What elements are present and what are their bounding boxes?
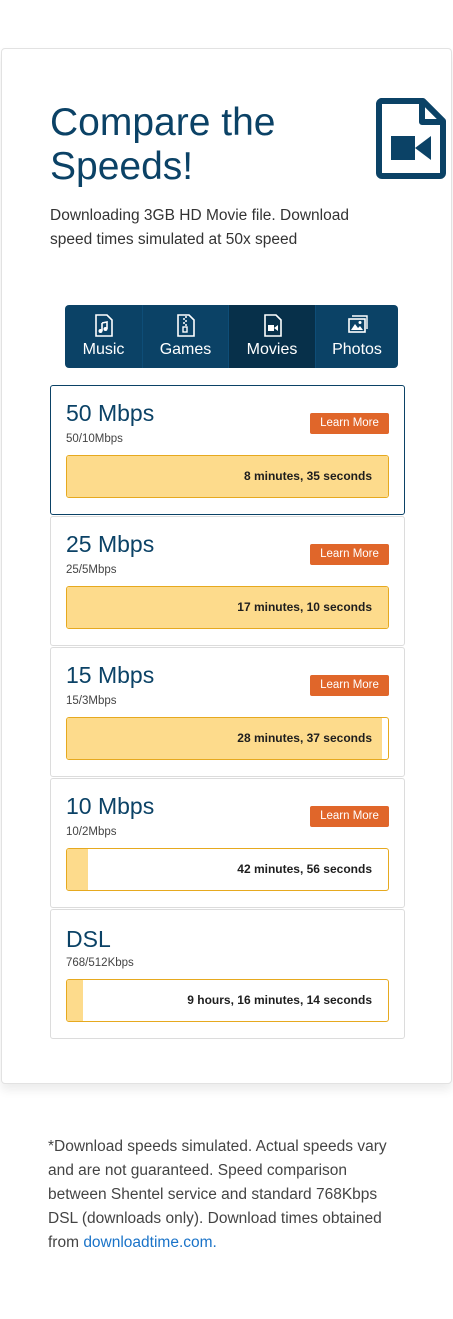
- page-subtitle: Downloading 3GB HD Movie file. Download …: [50, 207, 349, 248]
- download-progress-bar: 17 minutes, 10 seconds: [66, 586, 389, 629]
- learn-more-button[interactable]: Learn More: [310, 544, 389, 565]
- speed-detail: 15/3Mbps: [66, 695, 117, 707]
- tab-label: Music: [82, 341, 125, 358]
- learn-more-button[interactable]: Learn More: [310, 675, 389, 696]
- speed-detail: 25/5Mbps: [66, 564, 117, 576]
- tab-games[interactable]: Games: [142, 305, 228, 368]
- speed-card-25mbps: 25 Mbps 25/5Mbps Learn More 17 minutes, …: [50, 516, 405, 646]
- speed-name: 50 Mbps: [66, 400, 155, 426]
- image-icon: [347, 315, 368, 333]
- download-time: 8 minutes, 35 seconds: [243, 469, 372, 483]
- download-progress-bar: 42 minutes, 56 seconds: [66, 848, 389, 891]
- tab-movies[interactable]: Movies: [228, 305, 315, 368]
- download-progress-bar: 28 minutes, 37 seconds: [66, 717, 389, 760]
- video-file-icon: [263, 314, 282, 337]
- disclaimer-footnote: *Download speeds simulated. Actual speed…: [48, 1135, 408, 1255]
- speed-name: 10 Mbps: [66, 793, 155, 819]
- speed-detail: 50/10Mbps: [66, 433, 123, 445]
- download-time: 42 minutes, 56 seconds: [237, 862, 372, 876]
- download-progress-bar: 8 minutes, 35 seconds: [66, 455, 389, 498]
- speed-card-15mbps: 15 Mbps 15/3Mbps Learn More 28 minutes, …: [50, 647, 405, 777]
- page-title: Compare the Speeds!: [50, 101, 276, 188]
- zip-file-icon: [177, 314, 195, 337]
- speed-card-50mbps: 50 Mbps 50/10Mbps Learn More 8 minutes, …: [50, 385, 405, 515]
- tab-label: Movies: [246, 341, 298, 358]
- speed-card-10mbps: 10 Mbps 10/2Mbps Learn More 42 minutes, …: [50, 778, 405, 908]
- download-progress-bar: 9 hours, 16 minutes, 14 seconds: [66, 979, 389, 1022]
- movie-file-icon: [376, 98, 446, 179]
- music-file-icon: [95, 314, 113, 337]
- speed-detail: 768/512Kbps: [66, 957, 134, 969]
- download-time: 9 hours, 16 minutes, 14 seconds: [187, 993, 372, 1007]
- progress-fill: [67, 849, 88, 890]
- speed-detail: 10/2Mbps: [66, 826, 117, 838]
- progress-fill: [67, 980, 84, 1021]
- downloadtime-link[interactable]: downloadtime.com.: [83, 1234, 217, 1251]
- learn-more-button[interactable]: Learn More: [310, 413, 389, 434]
- speed-name: DSL: [66, 926, 111, 952]
- tab-label: Games: [159, 341, 212, 358]
- tab-label: Photos: [332, 341, 382, 358]
- media-type-tabs: Music Games Movies Photos: [65, 305, 398, 368]
- learn-more-button[interactable]: Learn More: [310, 806, 389, 827]
- download-time: 17 minutes, 10 seconds: [237, 600, 372, 614]
- speed-card-dsl: DSL 768/512Kbps 9 hours, 16 minutes, 14 …: [50, 909, 405, 1039]
- tab-photos[interactable]: Photos: [315, 305, 398, 368]
- tab-music[interactable]: Music: [65, 305, 142, 368]
- speed-name: 25 Mbps: [66, 531, 155, 557]
- speed-compare-card: Compare the Speeds! Downloading 3GB HD M…: [1, 48, 452, 1084]
- download-time: 28 minutes, 37 seconds: [237, 731, 372, 745]
- speed-name: 15 Mbps: [66, 662, 155, 688]
